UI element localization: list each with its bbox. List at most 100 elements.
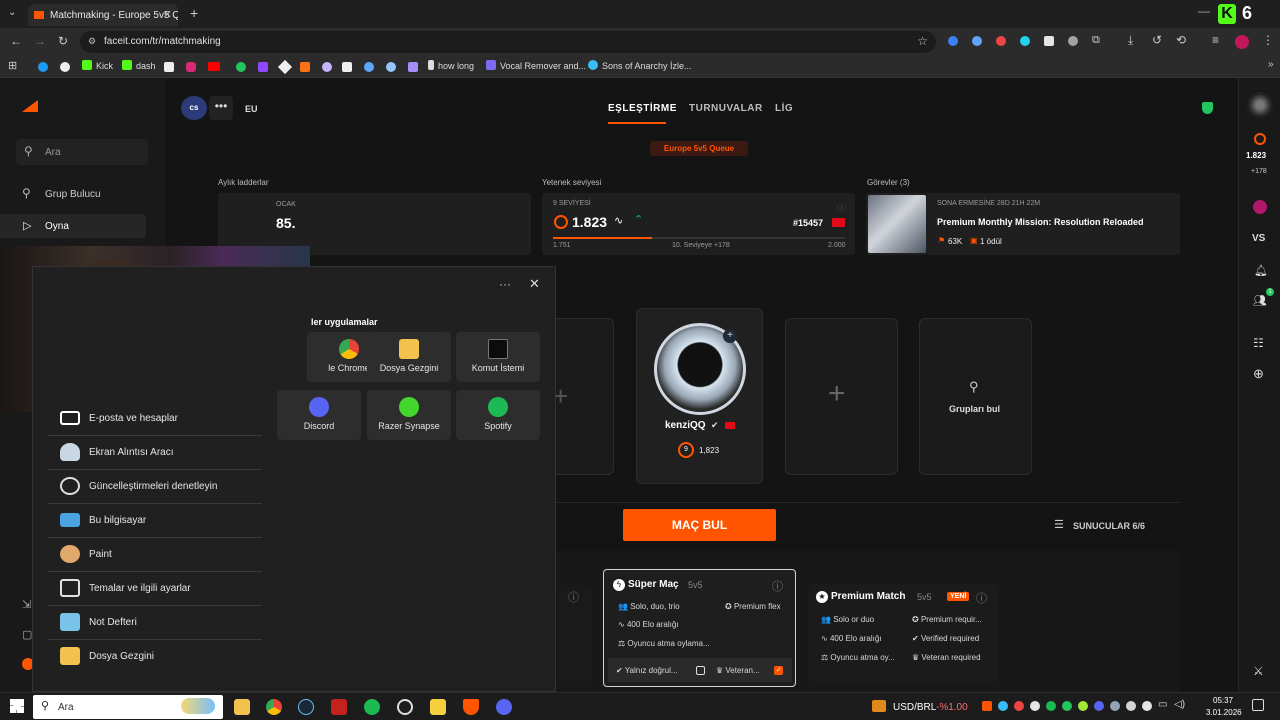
extension-icon-6[interactable]	[1068, 36, 1078, 46]
add-circle-icon[interactable]: ⊕	[1253, 366, 1264, 382]
twitch-icon[interactable]	[258, 62, 268, 72]
bookmark-icon-7[interactable]	[364, 62, 374, 72]
super-match-card[interactable]: ϟ Süper Maç 5v5 ⓘ 👥 Solo, duo, trio ∿ 40…	[603, 569, 796, 687]
reading-list-icon[interactable]: ≡	[1212, 33, 1219, 47]
tray-icon-8[interactable]	[1110, 701, 1120, 711]
vs-button[interactable]: VS	[1252, 233, 1265, 244]
bookmark-icon-3[interactable]	[236, 62, 246, 72]
skill-card[interactable]: 9 SEVİYESİ ⓘ 1.823 ∿ ⌃ #15457 1.751 10. …	[542, 193, 855, 255]
network-icon[interactable]: ▭	[1158, 699, 1167, 710]
tray-icon-10[interactable]	[1142, 701, 1152, 711]
user-avatar[interactable]	[1247, 92, 1273, 118]
bell-icon[interactable]: 🔔︎	[1254, 264, 1268, 277]
party-slot-empty[interactable]: +	[785, 318, 898, 475]
shield-icon[interactable]	[1202, 102, 1213, 114]
pinned-app[interactable]: Razer Synapse	[367, 390, 451, 440]
list-item-email-accounts[interactable]: E-posta ve hesaplar	[48, 402, 262, 436]
profile-avatar[interactable]	[1235, 35, 1249, 49]
rail-avatar-2[interactable]	[1253, 200, 1267, 214]
player-card[interactable]: + kenziQQ ✔ 9 1,823	[636, 308, 763, 484]
pinned-app[interactable]: Spotify	[456, 390, 540, 440]
tray-icon-2[interactable]	[1014, 701, 1024, 711]
find-match-button[interactable]: MAÇ BUL	[623, 509, 776, 541]
profile-sync-icon[interactable]: ⟲	[1176, 33, 1186, 47]
bookmark-icon-5[interactable]	[300, 62, 310, 72]
faceit-logo-icon[interactable]	[22, 100, 38, 112]
close-tab-icon[interactable]: ✕	[163, 8, 172, 21]
history-icon[interactable]: ↺	[1152, 33, 1162, 47]
pinned-app[interactable]: Komut İstemi	[456, 332, 540, 382]
spotify-icon[interactable]	[364, 699, 380, 715]
tray-icon-7[interactable]	[1094, 701, 1104, 711]
find-groups-card[interactable]: ⚲ Grupları bul	[919, 318, 1032, 475]
bookmark-how-long[interactable]: how long	[428, 60, 474, 71]
extension-icon-3[interactable]	[996, 36, 1006, 46]
sidebar-icon-a[interactable]: ⇲	[22, 598, 31, 611]
extension-icon-4[interactable]	[1020, 36, 1030, 46]
premium-match-card[interactable]: ★ Premium Match 5v5 YENİ ⓘ 👥 Solo or duo…	[809, 584, 998, 682]
minimize-icon[interactable]: —	[1198, 4, 1210, 18]
app-icon-red[interactable]	[331, 699, 347, 715]
bookmark-icon-9[interactable]	[408, 62, 418, 72]
list-item-this-pc[interactable]: Bu bilgisayar	[48, 504, 262, 538]
app-icon-yellow[interactable]	[430, 699, 446, 715]
tab-list-icon[interactable]: ⌄	[8, 7, 16, 18]
youtube-icon[interactable]	[208, 62, 220, 71]
bookmark-dash[interactable]: dash	[122, 60, 156, 71]
chrome-icon[interactable]	[266, 699, 282, 715]
tab-league[interactable]: LİG	[775, 103, 793, 114]
tray-icon-shield[interactable]	[982, 701, 992, 711]
app-icon-white[interactable]	[397, 699, 413, 715]
missions-card[interactable]: SONA ERMESİNE 28D 21H 22M Premium Monthl…	[866, 193, 1180, 255]
pinned-app[interactable]: Dosya Gezgini	[367, 332, 451, 382]
extension-icon-5[interactable]	[1044, 36, 1054, 46]
tab-tournaments[interactable]: TURNUVALAR	[689, 103, 763, 114]
servers-link[interactable]: SUNUCULAR 6/6	[1073, 521, 1145, 531]
faceit-anticheat-icon[interactable]	[463, 699, 479, 715]
game-menu-button[interactable]: •••	[209, 96, 233, 120]
notification-icon[interactable]	[1252, 699, 1264, 711]
tray-icon-4[interactable]	[1046, 701, 1056, 711]
browser-tab[interactable]: Matchmaking - Europe 5v5 Qu ✕	[28, 4, 178, 26]
party-list-icon[interactable]: ☷	[1253, 336, 1264, 350]
site-info-icon[interactable]: ⚙	[88, 36, 96, 47]
volume-icon[interactable]: ◁)	[1174, 699, 1185, 710]
close-icon[interactable]: ✕	[529, 276, 540, 292]
list-item-check-updates[interactable]: Güncelleştirmeleri denetleyin	[48, 470, 262, 504]
game-logo[interactable]: cs	[181, 96, 207, 120]
sidebar-item-play[interactable]: ▷ Oyna	[0, 214, 146, 238]
bookmark-icon-8[interactable]	[386, 62, 396, 72]
info-icon[interactable]: ⓘ	[772, 578, 783, 594]
bookmark-sons-of-anarchy[interactable]: Sons of Anarchy İzle...	[588, 60, 692, 71]
queue-badge[interactable]: Europe 5v5 Queue	[650, 141, 748, 156]
sidebar-item-group-finder[interactable]: ⚲ Grup Bulucu	[16, 182, 156, 206]
friends-icon[interactable]: 👥︎	[1253, 294, 1267, 307]
list-item-themes[interactable]: Temalar ve ilgili ayarlar	[48, 572, 262, 606]
tab-matchmaking[interactable]: EŞLEŞTİRME	[608, 103, 677, 114]
veteran-toggle[interactable]: ♛ Veteran...	[716, 666, 760, 675]
bookmark-kick[interactable]: Kick	[82, 60, 113, 71]
menu-kebab-icon[interactable]: ⋮	[1262, 33, 1274, 47]
amazon-icon[interactable]	[342, 62, 352, 72]
extension-icon-1[interactable]	[948, 36, 958, 46]
bookmark-icon-4[interactable]	[277, 59, 293, 75]
info-icon[interactable]: ⓘ	[568, 589, 579, 605]
back-icon[interactable]: ←	[10, 34, 22, 48]
bookmark-icon-6[interactable]	[322, 62, 332, 72]
apps-grid-icon[interactable]: ⊞	[8, 59, 17, 72]
sidebar-search[interactable]: ⚲ Ara	[16, 139, 148, 165]
more-bookmarks-icon[interactable]: »	[1268, 59, 1274, 70]
list-item-notepad[interactable]: Not Defteri	[48, 606, 262, 640]
add-friend-icon[interactable]: +	[723, 329, 737, 343]
forward-icon[interactable]: →	[34, 34, 46, 48]
windows-start-icon[interactable]	[10, 699, 24, 713]
file-explorer-icon[interactable]	[234, 699, 250, 715]
list-item-snipping-tool[interactable]: Ekran Alıntısı Aracı	[48, 436, 262, 470]
download-icon[interactable]: ⤓	[1128, 33, 1133, 48]
info-icon[interactable]: ⓘ	[976, 590, 987, 606]
tray-icon-6[interactable]	[1078, 701, 1088, 711]
reload-icon[interactable]: ↻	[58, 34, 68, 48]
rail-bottom-icon[interactable]: ⚔	[1253, 664, 1264, 678]
new-tab-icon[interactable]: +	[190, 5, 198, 21]
verified-checkbox[interactable]	[696, 666, 705, 675]
